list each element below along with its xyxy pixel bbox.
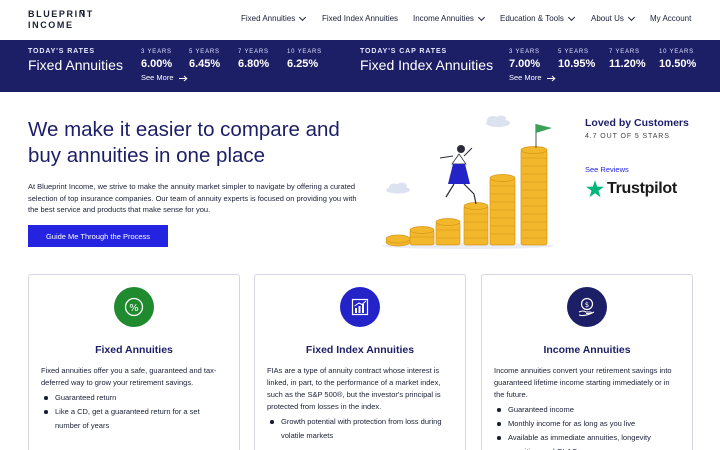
fixed-term-10: 10 YEARS [287, 49, 322, 55]
loved-by-customers-title: Loved by Customers [585, 117, 689, 129]
percent-coin-glyph: % [124, 297, 144, 317]
index-term-7: 7 YEARS [609, 49, 640, 55]
index-rate-3: 7.00% [509, 58, 541, 70]
logo-line-2: INCOME [28, 20, 74, 30]
logo-line-1: BLUEPRINT [28, 9, 94, 19]
chevron-down-icon [477, 13, 485, 21]
trustpilot-wordmark: Trustpilot [607, 180, 677, 197]
svg-text:%: % [129, 303, 139, 314]
dollar-hand-icon: $ [567, 287, 607, 327]
index-term-3: 3 YEARS [509, 49, 540, 55]
fixed-rate-5: 6.45% [189, 58, 221, 70]
see-more-label: See More [509, 73, 542, 82]
nav-fixed-annuities[interactable]: Fixed Annuities [241, 13, 307, 23]
fixed-rate-7: 6.80% [238, 58, 270, 70]
list-item: Monthly income for as long as you live [494, 417, 680, 431]
hero-title: We make it easier to compare and buy ann… [28, 118, 340, 167]
percent-coin-icon: % [114, 287, 154, 327]
list-item: Guaranteed income [494, 403, 680, 417]
card-fixed-index-annuities[interactable]: Fixed Index Annuities FIAs are a type of… [254, 274, 466, 450]
card-description: FIAs are a type of annuity contract whos… [267, 366, 441, 411]
fixed-rate-3: 6.00% [141, 58, 173, 70]
card-fixed-annuities[interactable]: % Fixed Annuities Fixed annuities offer … [28, 274, 240, 450]
arrow-right-icon [178, 75, 188, 81]
rates-bar: TODAY'S RATES Fixed Annuities 3 YEARS 6.… [0, 40, 720, 92]
nav-label: My Account [650, 14, 692, 23]
cloud-icon [486, 115, 510, 127]
svg-text:$: $ [585, 301, 589, 309]
fixed-rate-10: 6.25% [287, 58, 319, 70]
card-bullets: Guaranteed return Like a CD, get a guara… [41, 391, 227, 433]
nav-label: Fixed Index Annuities [322, 14, 399, 23]
nav-income-annuities[interactable]: Income Annuities [413, 13, 485, 23]
trustpilot-star-icon [586, 180, 604, 198]
fixed-rates-label: TODAY'S RATES [28, 48, 95, 55]
fixed-rates-title: Fixed Annuities [28, 57, 123, 73]
fixed-term-3: 3 YEARS [141, 49, 172, 55]
chevron-down-icon [299, 13, 307, 21]
card-description: Fixed annuities offer you a safe, guaran… [41, 366, 217, 387]
trustpilot-logo[interactable]: Trustpilot [585, 179, 677, 199]
logo[interactable]: BLUEPRINT INCOME [28, 9, 94, 31]
nav-fixed-index-annuities[interactable]: Fixed Index Annuities [322, 14, 398, 23]
chevron-down-icon [627, 13, 635, 21]
rating-text: 4.7 OUT OF 5 STARS [585, 133, 670, 140]
card-title: Income Annuities [543, 344, 631, 356]
nav-label: Fixed Annuities [241, 14, 296, 23]
index-term-5: 5 YEARS [558, 49, 589, 55]
card-title: Fixed Annuities [95, 344, 173, 356]
index-rate-5: 10.95% [558, 58, 596, 70]
card-income-annuities[interactable]: $ Income Annuities Income annuities conv… [481, 274, 693, 450]
growth-chart-glyph [351, 298, 369, 316]
card-title: Fixed Index Annuities [305, 344, 415, 356]
card-bullets: Guaranteed income Monthly income for as … [494, 403, 680, 450]
hero-description: At Blueprint Income, we strive to make t… [28, 182, 357, 214]
guide-me-button[interactable]: Guide Me Through the Process [28, 225, 168, 247]
index-rate-10: 10.50% [659, 58, 697, 70]
hero-illustration [382, 115, 554, 249]
cloud-icon [386, 182, 410, 194]
fixed-see-more-link[interactable]: See More [141, 73, 188, 82]
index-rates-label: TODAY'S CAP RATES [360, 48, 448, 55]
person-illustration [439, 145, 477, 205]
coin-stacks [385, 146, 548, 247]
dollar-hand-glyph: $ [578, 297, 595, 317]
see-more-label: See More [141, 73, 174, 82]
top-navigation: BLUEPRINT INCOME Fixed Annuities Fixed I… [0, 0, 720, 40]
arrow-right-icon [546, 75, 556, 81]
index-term-10: 10 YEARS [659, 49, 694, 55]
index-rates-title: Fixed Index Annuities [360, 57, 494, 73]
list-item: Like a CD, get a guaranteed return for a… [41, 405, 227, 433]
flag-icon [535, 124, 552, 148]
growth-chart-icon [340, 287, 380, 327]
list-item: Growth potential with protection from lo… [267, 415, 453, 443]
nav-label: About Us [591, 14, 624, 23]
nav-label: Income Annuities [413, 14, 474, 23]
chevron-down-icon [567, 13, 575, 21]
list-item: Available as immediate annuities, longev… [494, 431, 680, 450]
nav-label: Education & Tools [500, 14, 564, 23]
nav-my-account[interactable]: My Account [650, 14, 691, 23]
nav-education-tools[interactable]: Education & Tools [500, 13, 575, 23]
fixed-term-7: 7 YEARS [238, 49, 269, 55]
card-bullets: Growth potential with protection from lo… [267, 415, 453, 443]
fixed-term-5: 5 YEARS [189, 49, 220, 55]
index-rate-7: 11.20% [609, 58, 646, 70]
card-description: Income annuities convert your retirement… [494, 366, 672, 399]
nav-about-us[interactable]: About Us [591, 13, 635, 23]
logo-mark-icon [80, 10, 84, 15]
see-reviews-link[interactable]: See Reviews [585, 165, 629, 174]
index-see-more-link[interactable]: See More [509, 73, 556, 82]
list-item: Guaranteed return [41, 391, 227, 405]
